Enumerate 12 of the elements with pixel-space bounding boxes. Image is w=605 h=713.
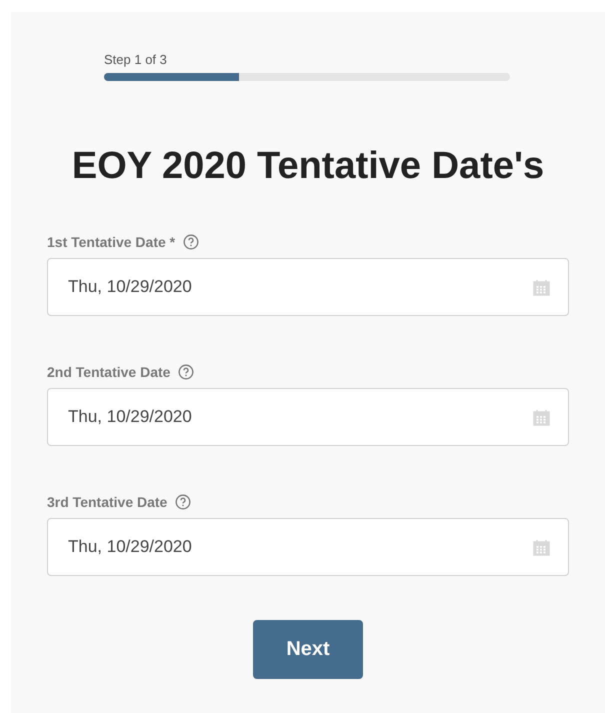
field-label: 3rd Tentative Date — [47, 494, 168, 510]
help-icon[interactable] — [183, 234, 200, 250]
help-icon[interactable] — [175, 494, 192, 510]
help-icon[interactable] — [178, 364, 194, 380]
page-title: EOY 2020 Tentative Date's — [72, 145, 544, 188]
date-field[interactable]: Thu, 10/29/2020 — [47, 388, 569, 446]
date-field[interactable]: Thu, 10/29/2020 — [47, 258, 569, 316]
date-field[interactable]: Thu, 10/29/2020 — [47, 518, 569, 576]
step-label: Step 1 of 3 — [104, 52, 167, 67]
field-label: 2nd Tentative Date — [47, 364, 170, 380]
next-button[interactable]: Next — [253, 620, 363, 679]
field-label: 1st Tentative Date * — [47, 234, 176, 250]
